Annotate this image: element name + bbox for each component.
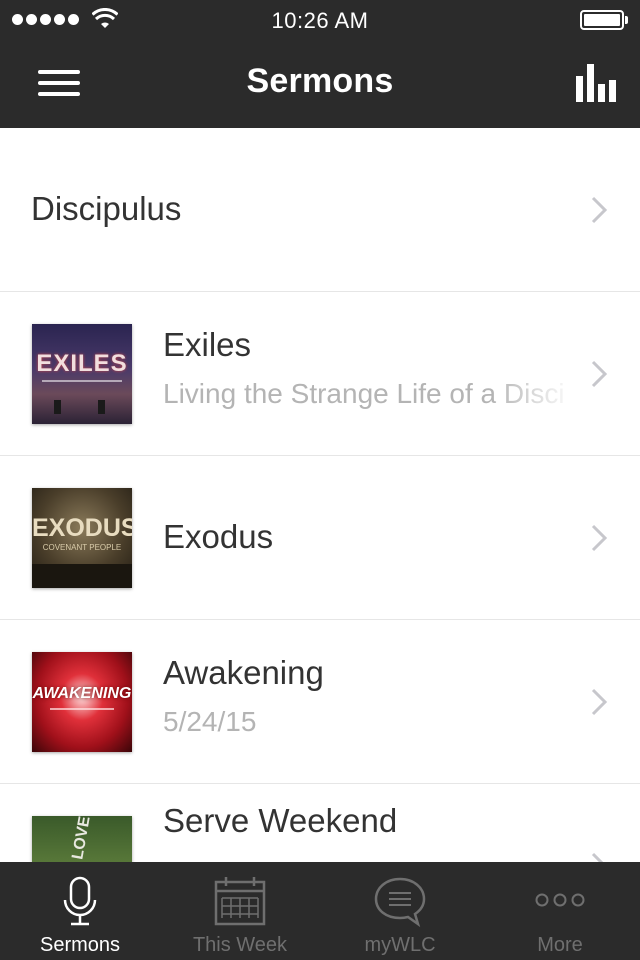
chevron-right-icon [591,524,608,552]
chevron-right-icon [591,360,608,388]
list-item-title: Exodus [163,518,274,555]
list-item-awakening[interactable]: AWAKENING Awakening 5/24/15 [0,620,640,784]
chevron-right-icon [591,688,608,716]
exiles-artwork: EXILES [32,324,132,424]
list-item-exiles[interactable]: EXILES Exiles Living the Strange Life of… [0,292,640,456]
serve-weekend-artwork: LOVE [32,816,132,862]
bar-chart-icon[interactable] [576,64,616,102]
thumb-caption: COVENANT PEOPLE [42,543,122,552]
tab-label: More [537,934,583,956]
thumb-title: AWAKENING [32,685,132,702]
tab-sermons[interactable]: Sermons [0,862,160,960]
list-item-title: Discipulus [31,190,182,227]
list-item-title: Serve Weekend [163,802,398,839]
list-item-subtitle: Living the Strange Life of a Disci [163,378,565,409]
tab-bar: Sermons This Week myWLC More [0,862,640,960]
microphone-icon [63,876,97,926]
status-time: 10:26 AM [271,8,369,33]
status-bar: 10:26 AM [0,0,640,40]
tab-label: Sermons [39,934,121,956]
list-item-discipulus[interactable]: Discipulus [0,128,640,292]
list-item-title: Awakening [163,654,324,691]
list-item-exodus[interactable]: EXODUS COVENANT PEOPLE Exodus [0,456,640,620]
tab-mywlc[interactable]: myWLC [320,862,480,960]
calendar-icon [214,877,266,926]
tab-label: This Week [192,934,288,956]
thumb-title: LOVE [69,816,94,861]
tab-more[interactable]: More [480,862,640,960]
chevron-right-icon [591,852,604,862]
page-title: Sermons [246,62,394,100]
tab-this-week[interactable]: This Week [160,862,320,960]
sermon-series-list: Discipulus EXILES Exiles Living the Stra… [0,128,640,862]
awakening-artwork: AWAKENING [32,652,132,752]
thumb-title: EXODUS [32,514,132,542]
battery-icon [580,10,628,30]
chevron-right-icon [591,196,608,224]
thumb-title: EXILES [36,350,128,377]
list-item-title: Exiles [163,326,252,363]
list-item-subtitle: 5/24/15 [163,706,257,737]
navigation-bar: Sermons [0,40,640,128]
chat-bubble-icon [374,877,426,928]
list-item-serve-weekend[interactable]: LOVE Serve Weekend [0,784,640,862]
tab-label: myWLC [364,934,436,956]
more-dots-icon [535,893,585,907]
exodus-artwork: EXODUS COVENANT PEOPLE [32,488,132,588]
